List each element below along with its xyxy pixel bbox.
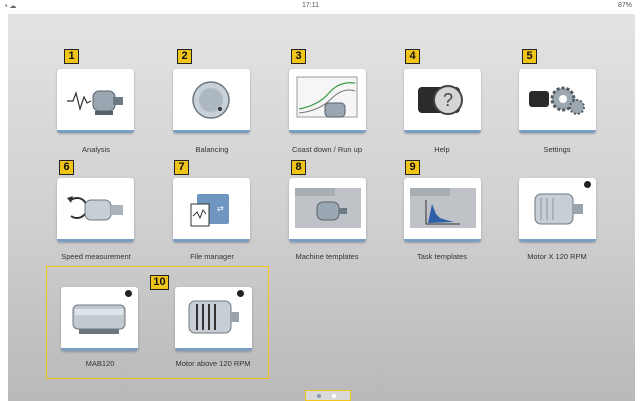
speed-measurement-tile[interactable] <box>57 178 134 242</box>
settings-gears-icon <box>529 86 585 115</box>
page-dot-active[interactable] <box>317 394 321 398</box>
page-dot[interactable] <box>332 394 336 398</box>
tile-label: Motor above 120 RPM <box>175 359 251 368</box>
tile-label: Analysis <box>82 145 110 154</box>
tile-label: Settings <box>543 145 571 154</box>
help-camera-icon: ? <box>418 85 463 115</box>
tile-label: MAB120 <box>85 359 115 368</box>
tile-label: Speed measurement <box>61 252 131 261</box>
settings-tile[interactable] <box>519 69 596 133</box>
svg-text:⇄: ⇄ <box>217 204 224 213</box>
balancing-disc-icon <box>192 81 230 119</box>
battery-level: 87% <box>617 2 632 9</box>
callout-number: 10 <box>150 275 169 290</box>
tile-label: Task templates <box>416 252 468 261</box>
status-time: 17:11 <box>302 2 319 9</box>
callout-number: 4 <box>405 49 420 64</box>
page-indicator[interactable] <box>305 390 351 401</box>
motor-above-tile[interactable] <box>175 287 252 351</box>
analysis-tile[interactable] <box>57 69 134 133</box>
callout-number: 5 <box>522 49 537 64</box>
callout-number: 8 <box>291 160 306 175</box>
tile-label: File manager <box>190 252 234 261</box>
vibration-motor-icon <box>67 90 123 115</box>
motor-x-tile[interactable] <box>519 178 596 242</box>
coast-down-tile[interactable] <box>289 69 366 133</box>
tile-label: Machine templates <box>295 252 359 261</box>
tile-label: Balancing <box>195 145 229 154</box>
machine-templates-tile[interactable] <box>289 178 366 242</box>
callout-number: 1 <box>64 49 79 64</box>
machine-templates-icon <box>295 188 361 228</box>
tile-label: Help <box>434 145 450 154</box>
file-manager-icon: ⇄ <box>190 194 229 227</box>
status-badge-icon <box>124 289 133 298</box>
balancing-tile[interactable] <box>173 69 250 133</box>
callout-number: 7 <box>174 160 189 175</box>
help-tile[interactable]: ? <box>404 69 481 133</box>
speed-measurement-icon <box>67 196 123 221</box>
callout-number: 9 <box>405 160 420 175</box>
status-badge-icon <box>583 180 592 189</box>
svg-text:?: ? <box>443 90 453 110</box>
status-bar: • ☁ 17:11 87% <box>0 0 640 14</box>
tile-label: Motor X 120 RPM <box>527 252 587 261</box>
status-badge-icon <box>236 289 245 298</box>
tile-label: Coast down / Run up <box>291 145 363 154</box>
file-manager-tile[interactable]: ⇄ <box>173 178 250 242</box>
mab120-tile[interactable] <box>61 287 138 351</box>
callout-number: 2 <box>177 49 192 64</box>
task-templates-icon <box>410 188 476 228</box>
wifi-icon: • ☁ <box>5 3 17 10</box>
callout-number: 6 <box>59 160 74 175</box>
callout-number: 3 <box>291 49 306 64</box>
task-templates-tile[interactable] <box>404 178 481 242</box>
coast-down-chart-icon <box>296 76 358 118</box>
